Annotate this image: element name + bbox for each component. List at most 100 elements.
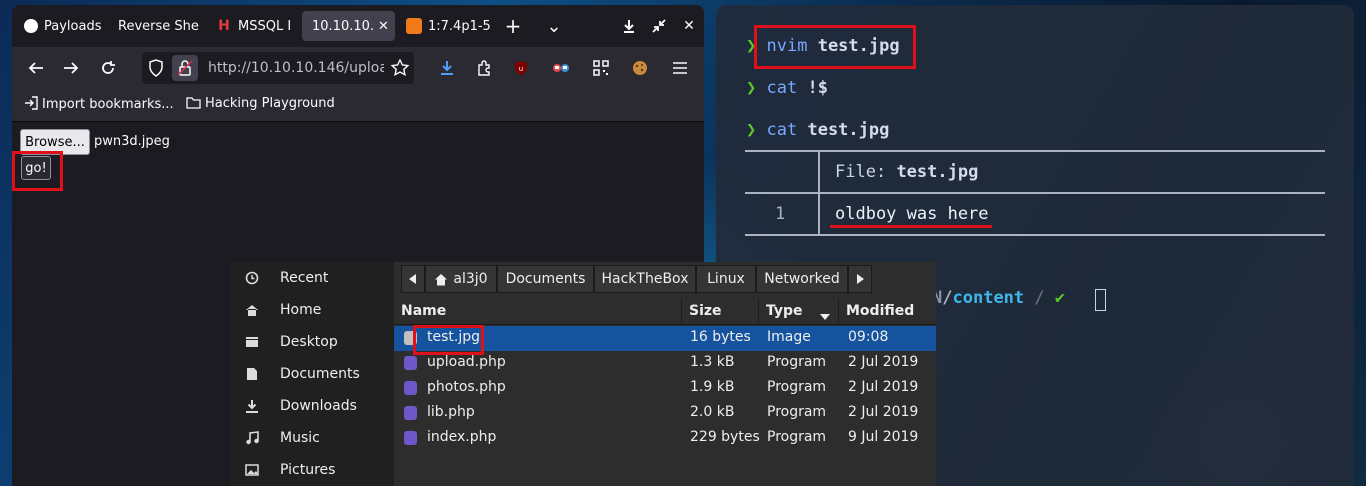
breadcrumb-home[interactable]: al3j0 <box>425 265 497 293</box>
place-documents[interactable]: Documents <box>230 358 394 390</box>
file-list: Name Size Type Modified test.jpg 16 byte… <box>394 298 936 486</box>
bat-border-top <box>745 150 1325 152</box>
file-modified: 09:08 <box>848 329 889 345</box>
bookmark-label: Import bookmarks... <box>42 97 174 112</box>
file-size: 229 bytes <box>690 429 760 445</box>
highlight-box <box>12 151 63 191</box>
shield-icon[interactable] <box>148 59 164 81</box>
tab-active-upload[interactable]: 10.10.10.1 ✕ <box>302 11 395 41</box>
php-file-icon <box>404 431 417 445</box>
place-label: Recent <box>280 270 329 286</box>
wappalyzer-icon[interactable] <box>549 56 573 80</box>
file-modified: 2 Jul 2019 <box>848 379 919 395</box>
breadcrumb-label: al3j0 <box>453 271 488 287</box>
file-size: 2.0 kB <box>690 404 735 420</box>
list-all-tabs-button[interactable]: ⌄ <box>541 13 567 39</box>
document-icon <box>244 366 260 382</box>
php-file-icon <box>404 406 417 420</box>
path-back-arrow-icon[interactable] <box>401 265 425 293</box>
file-row[interactable]: lib.php 2.0 kB Program 2 Jul 2019 <box>394 401 936 426</box>
file-size: 1.3 kB <box>690 354 735 370</box>
file-row[interactable]: photos.php 1.9 kB Program 2 Jul 2019 <box>394 376 936 401</box>
breadcrumb-networked[interactable]: Networked <box>756 265 848 293</box>
place-home[interactable]: Home <box>230 294 394 326</box>
bookmark-import[interactable]: Import bookmarks... <box>24 96 174 114</box>
clock-icon <box>244 270 260 286</box>
qr-code-icon[interactable] <box>589 56 613 80</box>
bat-border-mid <box>745 192 1325 194</box>
place-label: Documents <box>280 366 360 382</box>
column-header-size[interactable]: Size <box>682 298 759 325</box>
hamburger-menu-icon[interactable] <box>668 56 692 80</box>
downloads-icon[interactable] <box>435 56 459 80</box>
column-header-name[interactable]: Name <box>394 298 682 325</box>
home-icon <box>434 273 448 286</box>
php-file-icon <box>404 356 417 370</box>
forward-arrow-icon[interactable] <box>59 56 83 80</box>
reload-icon[interactable] <box>96 56 120 80</box>
close-window-icon[interactable]: ✕ <box>676 13 702 39</box>
file-modified: 2 Jul 2019 <box>848 354 919 370</box>
extensions-icon[interactable] <box>472 56 496 80</box>
terminal-cursor <box>1095 289 1106 311</box>
tab-label: Reverse She <box>118 18 199 34</box>
insecure-lock-icon[interactable] <box>172 55 198 81</box>
file-row[interactable]: index.php 229 bytes Program 9 Jul 2019 <box>394 426 936 451</box>
bookmark-star-icon[interactable] <box>388 56 412 80</box>
file-name: upload.php <box>427 354 506 370</box>
ublock-icon[interactable]: u <box>509 56 533 80</box>
pictures-icon <box>244 462 260 478</box>
tab-mssql[interactable]: H MSSQL I <box>208 11 300 41</box>
file-size: 16 bytes <box>690 329 751 345</box>
restore-window-icon[interactable] <box>646 13 672 39</box>
bookmarks-toolbar: Import bookmarks... Hacking Playground <box>12 89 704 122</box>
path-dir: content <box>952 288 1025 308</box>
place-downloads[interactable]: Downloads <box>230 390 394 422</box>
command: cat <box>766 78 798 98</box>
selected-file-name: pwn3d.jpeg <box>94 134 170 149</box>
underline-highlight <box>830 225 992 228</box>
address-bar[interactable]: http://10.10.10.146/upload <box>142 52 414 84</box>
new-tab-button[interactable]: + <box>500 13 526 39</box>
place-pictures[interactable]: Pictures <box>230 454 394 486</box>
file-modified: 2 Jul 2019 <box>848 404 919 420</box>
bookmark-label: Hacking Playground <box>205 96 335 111</box>
place-music[interactable]: Music <box>230 422 394 454</box>
tab-payloads[interactable]: Payloads <box>16 11 104 41</box>
bookmark-hacking-playground[interactable]: Hacking Playground <box>186 96 335 113</box>
command: cat <box>766 120 798 140</box>
line-number: 1 <box>775 204 786 224</box>
tab-launchpad[interactable]: 1:7.4p1-5 <box>398 11 490 41</box>
status-check-icon: ✔ <box>1054 288 1066 308</box>
path-forward-arrow-icon[interactable] <box>848 265 872 293</box>
url-text[interactable]: http://10.10.10.146/upload <box>208 60 384 76</box>
file-size: 1.9 kB <box>690 379 735 395</box>
place-desktop[interactable]: Desktop <box>230 326 394 358</box>
download-icon[interactable] <box>616 13 642 39</box>
file-name: photos.php <box>427 379 506 395</box>
breadcrumb-documents[interactable]: Documents <box>497 265 594 293</box>
tab-label: 10.10.10.1 <box>312 18 374 34</box>
cookie-icon[interactable] <box>628 56 652 80</box>
hacktricks-icon: H <box>218 18 230 34</box>
column-header-type[interactable]: Type <box>759 298 839 325</box>
highlight-box <box>754 25 916 69</box>
terminal-line-cat-last: ❯ cat !$ <box>746 78 828 98</box>
github-icon <box>24 19 38 33</box>
back-arrow-icon[interactable] <box>24 56 48 80</box>
close-tab-icon[interactable]: ✕ <box>378 19 389 34</box>
column-header-modified[interactable]: Modified <box>839 298 936 325</box>
php-file-icon <box>404 381 417 395</box>
file-modified: 9 Jul 2019 <box>848 429 919 445</box>
navigation-toolbar: http://10.10.10.146/upload u <box>12 47 704 89</box>
bat-border-bottom <box>745 234 1325 236</box>
file-type: Image <box>767 329 811 345</box>
tab-reverse-shell[interactable]: Reverse She <box>114 11 202 41</box>
breadcrumb-hackthebox[interactable]: HackTheBox <box>594 265 696 293</box>
column-label: Type <box>766 303 803 319</box>
path-bar: al3j0 Documents HackTheBox Linux Network… <box>394 262 936 298</box>
svg-text:u: u <box>519 65 523 73</box>
place-recent[interactable]: Recent <box>230 262 394 294</box>
file-type: Program <box>767 379 827 395</box>
breadcrumb-linux[interactable]: Linux <box>696 265 756 293</box>
